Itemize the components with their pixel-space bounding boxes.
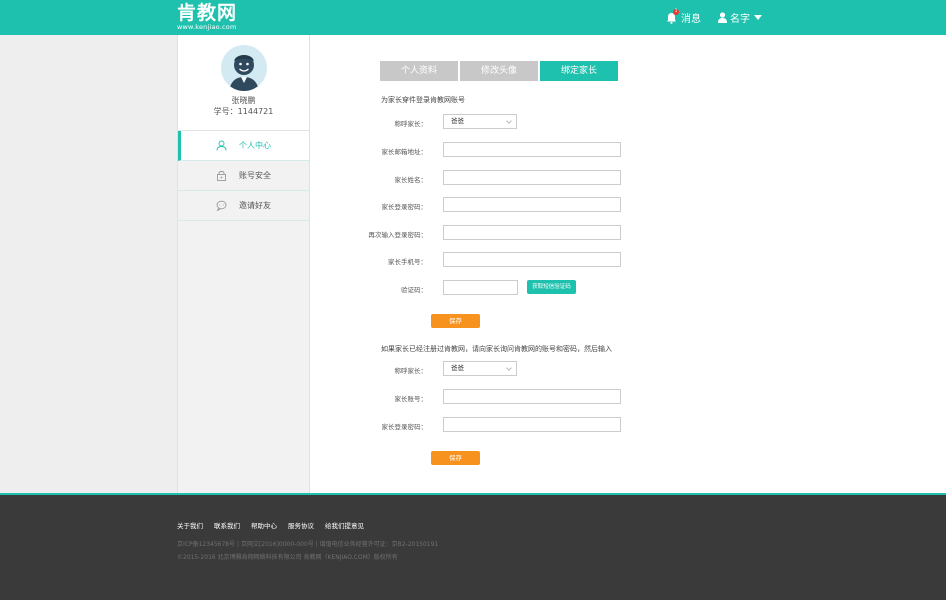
user-icon <box>718 12 727 23</box>
footer-link-about[interactable]: 关于我们 <box>177 520 203 530</box>
tab-change-avatar[interactable]: 修改头像 <box>460 61 538 81</box>
parent-name-label: 家长姓名： <box>394 176 428 184</box>
parent-email-field[interactable] <box>443 142 621 157</box>
parent-title-value: 爸爸 <box>451 364 464 372</box>
lock-icon <box>217 171 226 181</box>
bell-icon: 1 <box>666 8 679 24</box>
parent-account-field[interactable] <box>443 389 621 404</box>
chevron-down-icon <box>754 15 762 20</box>
tab-personal-info[interactable]: 个人资料 <box>380 61 458 81</box>
messages-link[interactable]: 1 消息 <box>666 8 701 25</box>
profile-card: 张晓鹏 学号：1144721 <box>178 35 309 131</box>
footer-copyright: ©2015-2016 北京博雅肯翔网络科技有限公司 肯教网（KENJIAO.CO… <box>177 554 398 561</box>
sidebar-item-label: 账号安全 <box>239 171 271 180</box>
parent-phone-label: 家长手机号： <box>388 258 427 266</box>
parent-title-select[interactable]: 爸爸 <box>443 361 517 376</box>
footer-link-terms[interactable]: 服务协议 <box>288 520 314 530</box>
parent-login-password-field[interactable] <box>443 417 621 432</box>
profile-name: 张晓鹏 <box>231 96 256 105</box>
sidebar-item-invite-friends[interactable]: 邀请好友 <box>178 191 309 221</box>
avatar[interactable] <box>221 45 267 91</box>
parent-password-field[interactable] <box>443 197 621 212</box>
create-account-note: 为家长穿件登录肯教网账号 <box>381 96 465 104</box>
chevron-down-icon <box>506 365 512 371</box>
sidebar-item-account-security[interactable]: 账号安全 <box>178 161 309 191</box>
top-header: 肯教网 www.kenjiao.com 1 消息 名字 <box>0 0 946 35</box>
user-menu[interactable]: 名字 <box>718 10 762 25</box>
parent-password-confirm-label: 再次输入登录密码： <box>368 231 428 239</box>
logo-text: 肯教网 <box>177 2 238 24</box>
parent-name-field[interactable] <box>443 170 621 185</box>
footer-link-feedback[interactable]: 给我们提意见 <box>325 520 364 530</box>
sidebar-item-label: 个人中心 <box>239 141 271 150</box>
site-logo[interactable]: 肯教网 www.kenjiao.com <box>177 2 238 32</box>
footer-link-help[interactable]: 帮助中心 <box>251 520 277 530</box>
person-icon <box>216 140 227 151</box>
save-button[interactable]: 保存 <box>431 314 480 328</box>
verify-code-field[interactable] <box>443 280 518 295</box>
parent-account-label: 家长账号： <box>394 395 428 403</box>
profile-student-id: 学号：1144721 <box>213 107 274 116</box>
footer-links: 关于我们 联系我们 帮助中心 服务协议 给我们提意见 <box>177 520 375 530</box>
message-count-badge: 1 <box>673 8 679 15</box>
parent-email-label: 家长邮箱地址： <box>381 148 428 156</box>
footer: 关于我们 联系我们 帮助中心 服务协议 给我们提意见 京ICP备12345678… <box>0 493 946 600</box>
sidebar-item-personal-center[interactable]: 个人中心 <box>178 131 309 161</box>
parent-title-label: 称呼家长： <box>394 120 428 128</box>
verify-code-label: 验证码： <box>401 286 427 294</box>
get-sms-code-button[interactable]: 获取短信验证码 <box>527 280 576 294</box>
chat-icon <box>216 200 227 211</box>
save-button[interactable]: 保存 <box>431 451 480 465</box>
sidebar-item-label: 邀请好友 <box>239 201 271 210</box>
logo-url: www.kenjiao.com <box>177 23 237 31</box>
chevron-down-icon <box>506 118 512 124</box>
footer-link-contact[interactable]: 联系我们 <box>214 520 240 530</box>
tab-bind-parent[interactable]: 绑定家长 <box>540 61 618 81</box>
parent-phone-field[interactable] <box>443 252 621 267</box>
parent-title-label: 称呼家长： <box>394 367 428 375</box>
parent-login-password-label: 家长登录密码： <box>381 423 428 431</box>
user-name: 名字 <box>730 14 750 25</box>
parent-title-value: 爸爸 <box>451 117 464 125</box>
parent-password-label: 家长登录密码： <box>381 203 428 211</box>
parent-title-select[interactable]: 爸爸 <box>443 114 517 129</box>
existing-account-note: 如果家长已经注册过肯教网，请向家长询问肯教网的账号和密码，然后输入 <box>381 345 612 353</box>
footer-icp: 京ICP备12345678号 | 京网文[2016]0000-000号 | 增值… <box>177 541 439 548</box>
messages-label: 消息 <box>681 14 701 25</box>
tab-bar: 个人资料 修改头像 绑定家长 <box>380 61 620 81</box>
parent-password-confirm-field[interactable] <box>443 225 621 240</box>
main-content: 个人资料 修改头像 绑定家长 为家长穿件登录肯教网账号 称呼家长： 爸爸 家长邮… <box>310 35 946 493</box>
sidebar: 张晓鹏 学号：1144721 个人中心 账号安全 邀请好友 <box>177 35 310 493</box>
